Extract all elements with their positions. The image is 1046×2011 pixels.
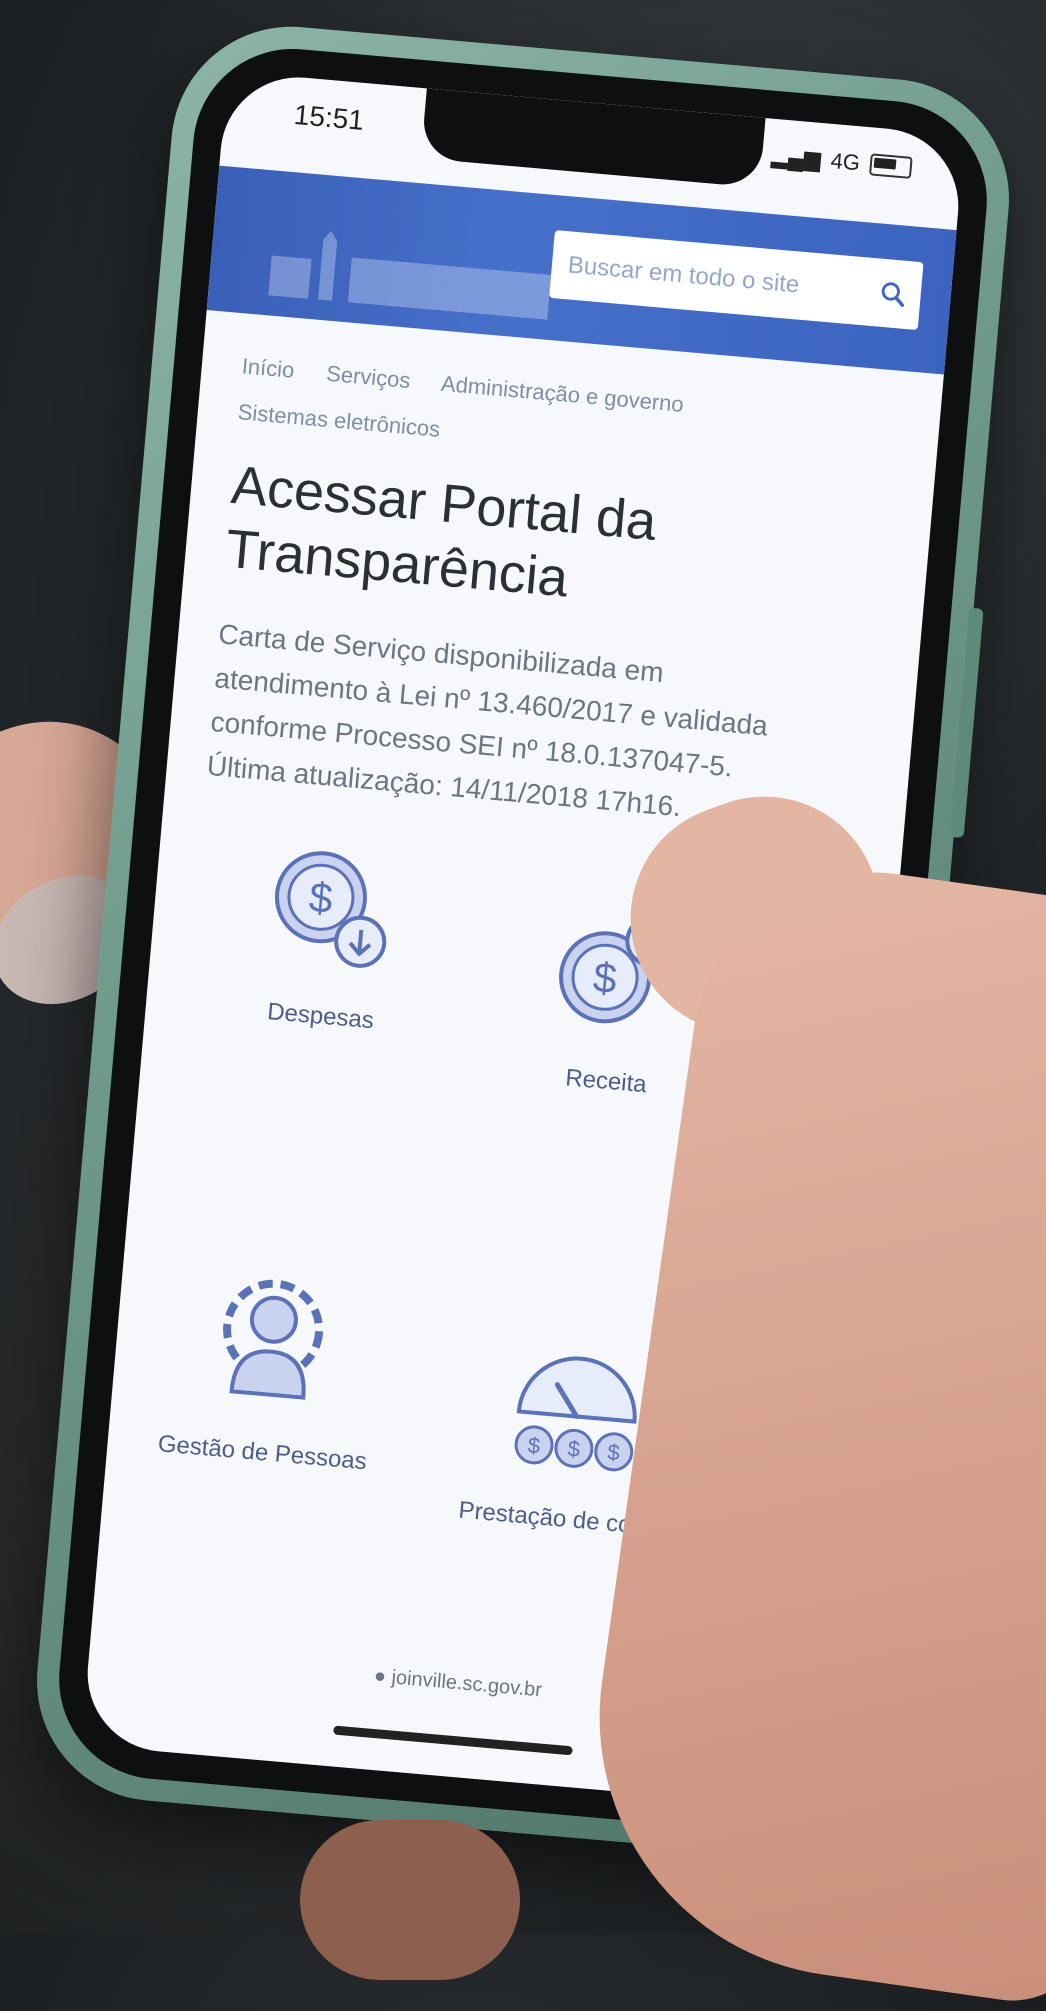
tile-despesas[interactable]: $ Despesas — [205, 833, 451, 1042]
gauge-coins-icon: $ $ $ — [514, 1356, 637, 1472]
svg-text:$: $ — [527, 1432, 541, 1458]
signal-icon: ▂▄▆ — [770, 142, 822, 172]
header-banner — [206, 165, 957, 375]
breadcrumb-item[interactable]: Sistemas eletrônicos — [237, 399, 441, 442]
battery-icon — [868, 153, 913, 179]
network-label: 4G — [829, 147, 862, 176]
footer-url-text: joinville.sc.gov.br — [390, 1666, 543, 1702]
city-skyline-graphic — [268, 230, 552, 320]
bottom-fingers — [300, 1820, 520, 1980]
tile-label: Gestão de Pessoas — [156, 1430, 368, 1476]
tile-label: Despesas — [266, 998, 375, 1035]
status-time: 15:51 — [292, 98, 366, 136]
svg-text:$: $ — [606, 1439, 620, 1465]
svg-text:$: $ — [591, 953, 618, 1002]
search-box[interactable] — [549, 230, 924, 331]
coin-down-icon: $ — [274, 851, 387, 968]
search-input[interactable] — [564, 250, 881, 308]
status-indicators: ▂▄▆ 4G — [770, 143, 913, 181]
people-gear-icon — [223, 1279, 324, 1400]
home-indicator[interactable] — [333, 1725, 573, 1756]
page-title: Acessar Portal da Transparência — [223, 454, 659, 609]
breadcrumb-item[interactable]: Início — [241, 353, 296, 382]
breadcrumb-item[interactable]: Serviços — [325, 361, 411, 393]
svg-text:$: $ — [567, 1436, 581, 1462]
search-icon[interactable] — [877, 274, 908, 314]
breadcrumb-item[interactable]: Administração e governo — [440, 371, 685, 417]
svg-text:$: $ — [307, 873, 334, 922]
tile-gestao-de-pessoas[interactable]: Gestão de Pessoas — [146, 1260, 393, 1479]
